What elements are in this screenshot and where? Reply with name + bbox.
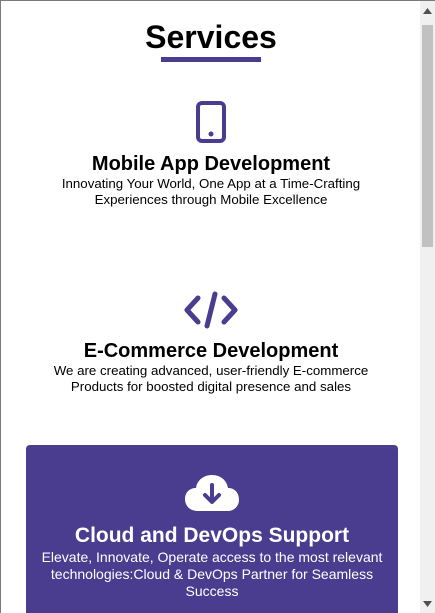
service-title: Cloud and DevOps Support: [74, 524, 350, 547]
service-description: Innovating Your World, One App at a Time…: [61, 176, 361, 207]
services-section: Services Mobile App Development Innovati…: [1, 1, 421, 613]
mobile-phone-icon: [196, 101, 226, 143]
scrollbar-thumb[interactable]: [422, 25, 433, 247]
service-description: Elevate, Innovate, Operate access to the…: [41, 549, 383, 599]
page-title: Services: [145, 19, 277, 55]
browser-viewport: Services Mobile App Development Innovati…: [0, 0, 435, 613]
service-ecommerce: E-Commerce Development We are creating a…: [1, 291, 421, 395]
cloud-download-icon: [185, 475, 239, 511]
vertical-scrollbar[interactable]: [420, 1, 435, 613]
service-mobile-app: Mobile App Development Innovating Your W…: [1, 101, 421, 208]
service-description: We are creating advanced, user-friendly …: [53, 363, 369, 394]
code-icon: [184, 291, 238, 329]
scroll-up-arrow-icon[interactable]: [420, 3, 435, 19]
title-underline: [161, 57, 261, 62]
scroll-down-arrow-icon[interactable]: [420, 596, 435, 612]
section-header: Services: [1, 19, 421, 62]
service-title: Mobile App Development: [91, 153, 331, 175]
service-title: E-Commerce Development: [83, 340, 339, 362]
service-card-cloud-devops[interactable]: Cloud and DevOps Support Elevate, Innova…: [26, 445, 398, 613]
